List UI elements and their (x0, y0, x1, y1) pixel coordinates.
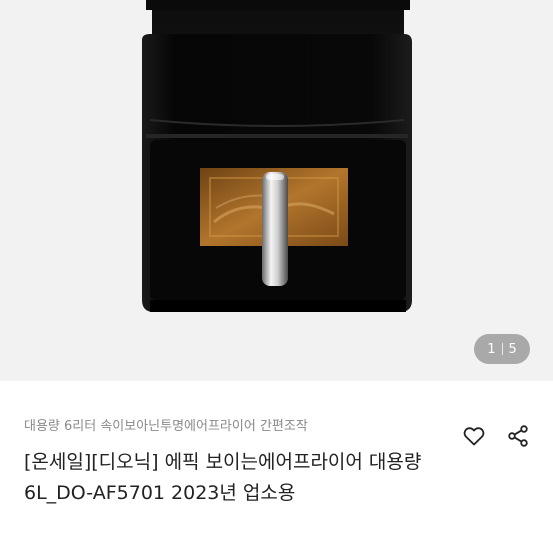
product-image (142, 0, 412, 312)
total-image-count: 5 (508, 341, 517, 357)
product-actions (461, 423, 531, 449)
product-title: [온세일][디오닉] 에픽 보이는에어프라이어 대용량 6L_DO-AF5701… (24, 451, 422, 504)
share-button[interactable] (505, 423, 531, 449)
share-icon (508, 425, 528, 447)
like-button[interactable] (461, 423, 487, 449)
image-page-indicator: 1 5 (474, 334, 530, 364)
product-info: 대용량 6리터 속이보아닌투명에어프라이어 간편조작 [온세일][디오닉] 에픽… (0, 381, 553, 553)
heart-icon (463, 427, 485, 446)
product-image-gallery[interactable]: 1 5 (0, 0, 553, 381)
current-image-number: 1 (487, 341, 496, 357)
product-detail-page: 1 5 대용량 6리터 속이보아닌투명에어프라이어 간편조작 [온세일][디오닉… (0, 0, 553, 553)
indicator-divider (501, 343, 503, 355)
product-subtitle: 대용량 6리터 속이보아닌투명에어프라이어 간편조작 (24, 419, 308, 434)
